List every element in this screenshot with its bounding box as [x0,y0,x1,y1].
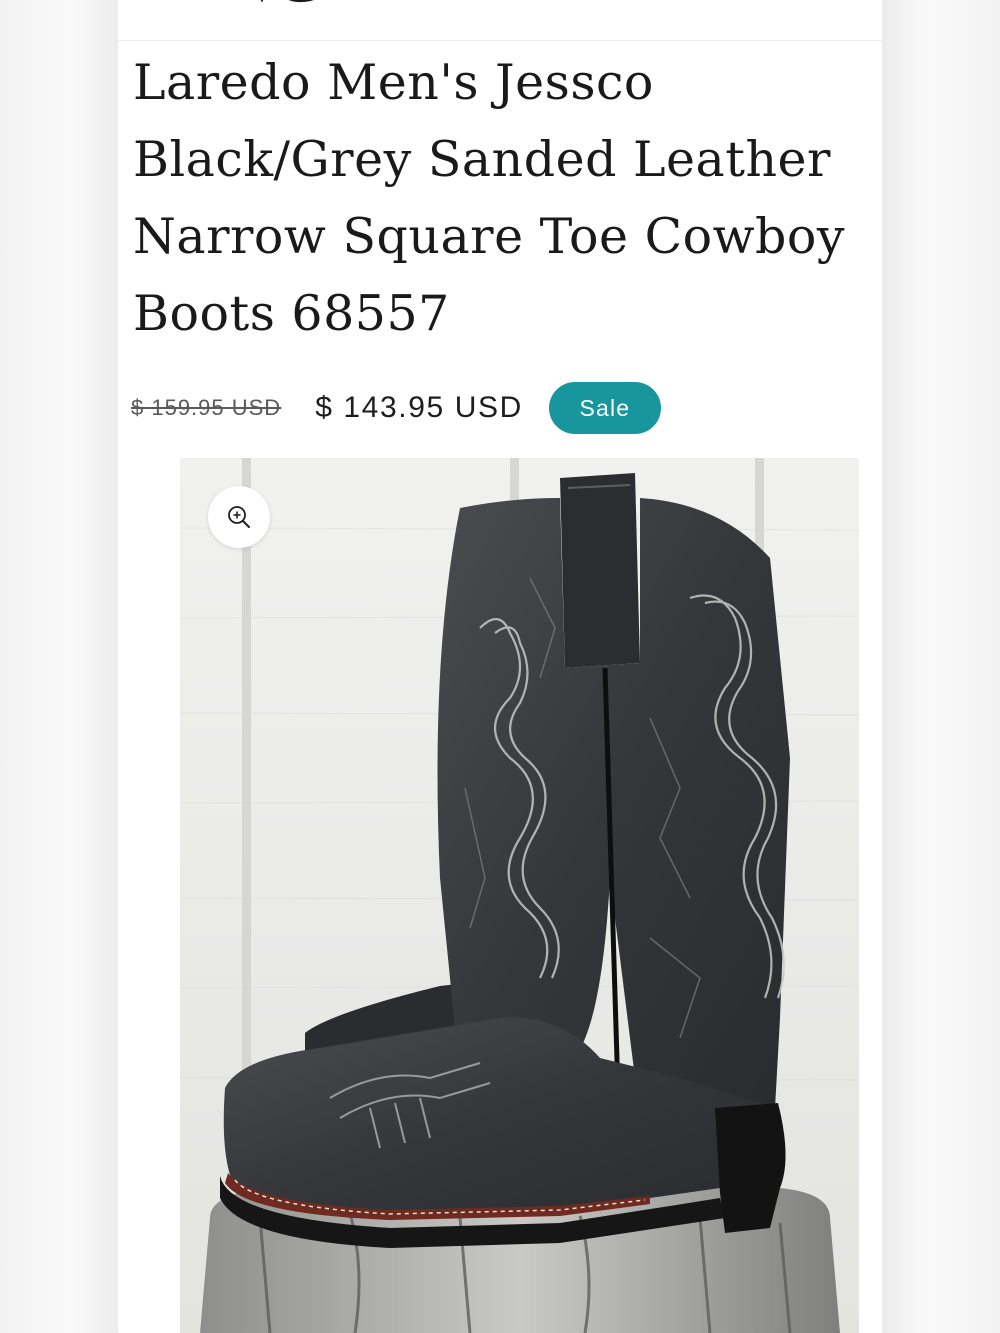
price-row: $ 159.95 USD $ 143.95 USD Sale [131,380,661,436]
site-header [118,0,882,41]
left-backdrop [0,0,118,1333]
regular-price: $ 159.95 USD [131,395,282,420]
product-image[interactable] [180,458,859,1333]
product-page: Laredo Men's Jessco Black/Grey Sanded Le… [118,0,882,1333]
screen: Laredo Men's Jessco Black/Grey Sanded Le… [0,0,1000,1333]
store-logo[interactable] [254,0,334,8]
zoom-button[interactable] [208,486,270,548]
zoom-in-icon [228,506,250,528]
right-backdrop [882,0,1000,1333]
product-title: Laredo Men's Jessco Black/Grey Sanded Le… [133,54,846,342]
sale-price: $ 143.95 USD [315,391,523,424]
sale-badge: Sale [548,382,661,434]
boot-photo [180,458,859,1333]
